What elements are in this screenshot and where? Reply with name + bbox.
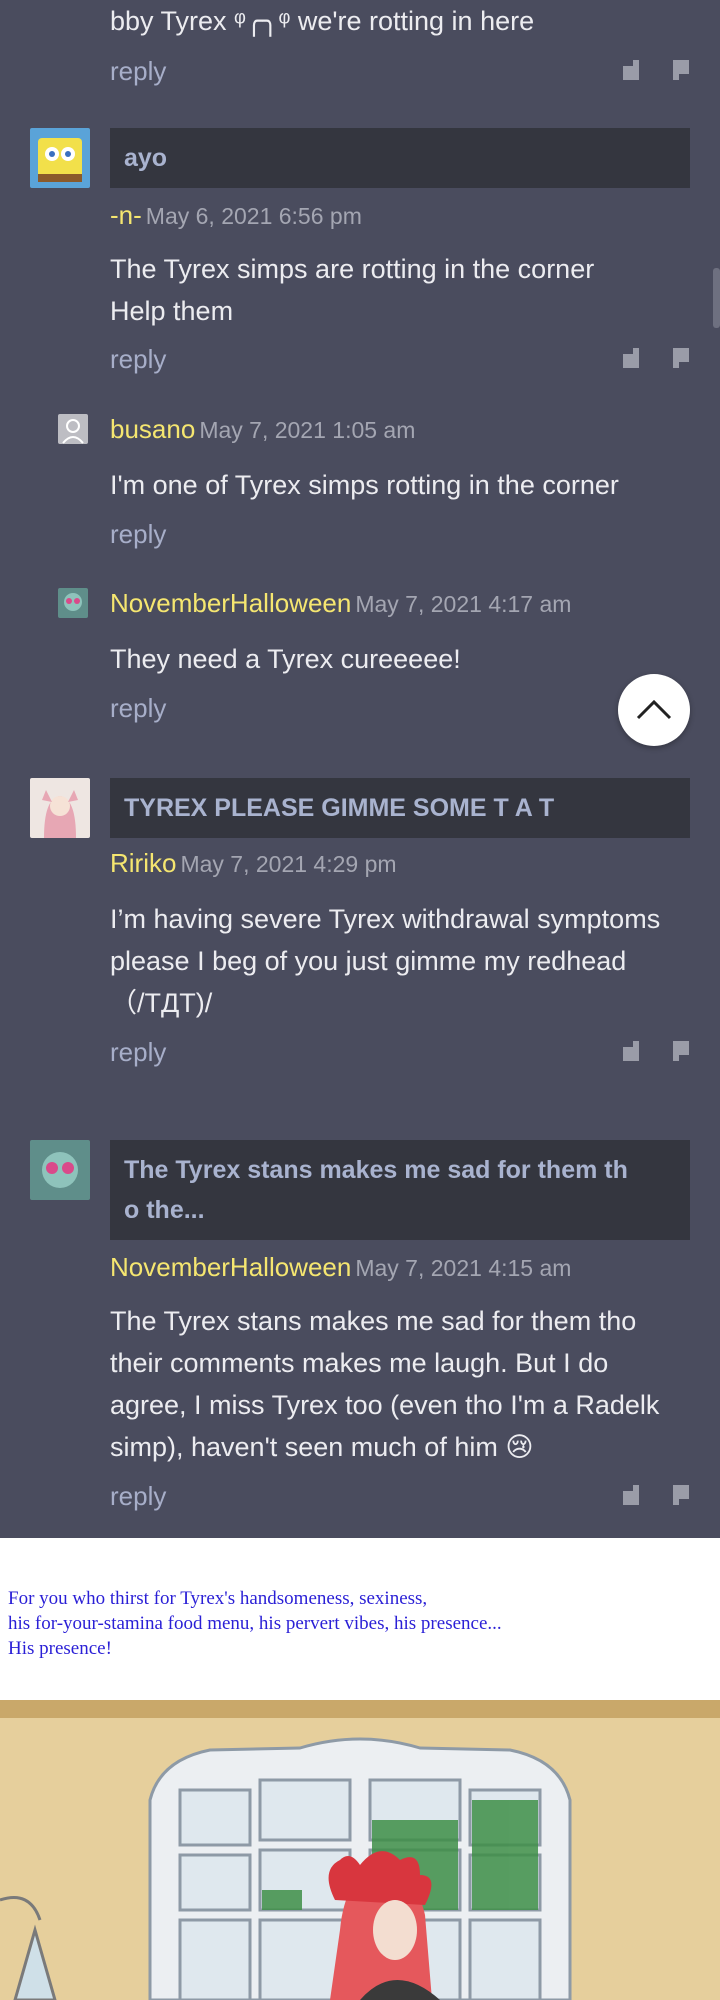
author-name[interactable]: -n-	[110, 200, 142, 230]
comment-meta: Ririko May 7, 2021 4:29 pm	[110, 848, 397, 879]
window-illustration	[0, 1700, 720, 2000]
author-name[interactable]: busano	[110, 414, 195, 444]
comment-date: May 7, 2021 4:17 am	[355, 591, 572, 617]
comment-meta: NovemberHalloween May 7, 2021 4:15 am	[110, 1252, 571, 1283]
thumbs-up-icon[interactable]	[621, 1483, 643, 1507]
comment-text: I'm one of Tyrex simps rotting in the co…	[110, 470, 619, 500]
comment-meta: busano May 7, 2021 1:05 am	[110, 414, 415, 445]
thumbs-up-icon[interactable]	[621, 1039, 643, 1063]
comment-date: May 7, 2021 1:05 am	[199, 417, 416, 443]
comment-text-line: The Tyrex simps are rotting in the corne…	[110, 254, 595, 284]
comment-text-line: Help them	[110, 296, 234, 326]
comment-title: The Tyrex stans makes me sad for them th…	[110, 1140, 690, 1240]
thumbs-up-icon[interactable]	[621, 346, 643, 370]
comment-text-line: simp), haven't seen much of him 😢	[110, 1432, 534, 1462]
comment-meta: NovemberHalloween May 7, 2021 4:17 am	[110, 588, 571, 619]
thumbs-down-icon[interactable]	[669, 1483, 691, 1507]
user-avatar-image	[30, 1140, 90, 1200]
comment-text-line: please I beg of you just gimme my redhea…	[110, 946, 627, 976]
comment-title-line: o the...	[124, 1196, 205, 1224]
reply-link[interactable]: reply	[110, 1481, 166, 1512]
thumbs-down-icon[interactable]	[669, 1039, 691, 1063]
comment-text-line: （/TДT)/	[110, 988, 213, 1018]
author-name[interactable]: Ririko	[110, 848, 176, 878]
comment-title: TYREX PLEASE GIMME SOME T A T	[110, 778, 690, 838]
reply-link[interactable]: reply	[110, 1037, 166, 1068]
avatar[interactable]	[58, 588, 88, 618]
comment-text: bby Tyrex ᵠ╭╮ᵠ we're rotting in here	[110, 6, 535, 36]
promo-section: For you who thirst for Tyrex's handsomen…	[0, 1538, 720, 1700]
comment-date: May 7, 2021 4:15 am	[355, 1255, 572, 1281]
promo-text: For you who thirst for Tyrex's handsomen…	[8, 1586, 502, 1661]
comment-text-line: The Tyrex stans makes me sad for them th…	[110, 1306, 637, 1336]
comment-text-line: their comments makes me laugh. But I do	[110, 1348, 609, 1378]
reply-link[interactable]: reply	[110, 56, 166, 87]
scrollbar[interactable]	[713, 268, 720, 328]
author-name[interactable]: NovemberHalloween	[110, 1252, 351, 1282]
anime-girl-avatar-image	[30, 778, 90, 838]
comment-date: May 6, 2021 6:56 pm	[145, 203, 362, 229]
comment-date: May 7, 2021 4:29 pm	[180, 851, 397, 877]
artwork-image	[0, 1700, 720, 2000]
avatar[interactable]	[30, 1140, 90, 1200]
avatar[interactable]	[58, 414, 88, 444]
comment-title: ayo	[110, 128, 690, 188]
thumbs-down-icon[interactable]	[669, 58, 691, 82]
reply-link[interactable]: reply	[110, 519, 166, 550]
scroll-to-top-button[interactable]	[618, 674, 690, 746]
reply-link[interactable]: reply	[110, 344, 166, 375]
comment-text-line: agree, I miss Tyrex too (even tho I'm a …	[110, 1390, 660, 1420]
promo-line: His presence!	[8, 1638, 112, 1659]
comment-meta: -n- May 6, 2021 6:56 pm	[110, 200, 362, 231]
promo-line: his for-your-stamina food menu, his perv…	[8, 1613, 502, 1634]
avatar[interactable]	[30, 128, 90, 188]
author-name[interactable]: NovemberHalloween	[110, 588, 351, 618]
thumbs-up-icon[interactable]	[621, 58, 643, 82]
reply-link[interactable]: reply	[110, 693, 166, 724]
promo-line: For you who thirst for Tyrex's handsomen…	[8, 1588, 428, 1609]
chevron-up-icon	[636, 699, 672, 720]
comment-title-line: The Tyrex stans makes me sad for them th	[124, 1156, 628, 1184]
user-avatar-image	[58, 588, 88, 618]
comment-text-line: I’m having severe Tyrex withdrawal sympt…	[110, 904, 661, 934]
spongebob-avatar-image	[30, 128, 90, 188]
avatar[interactable]	[30, 778, 90, 838]
comment-text: They need a Tyrex cureeeee!	[110, 644, 461, 674]
thumbs-down-icon[interactable]	[669, 346, 691, 370]
default-avatar-image	[58, 414, 88, 444]
